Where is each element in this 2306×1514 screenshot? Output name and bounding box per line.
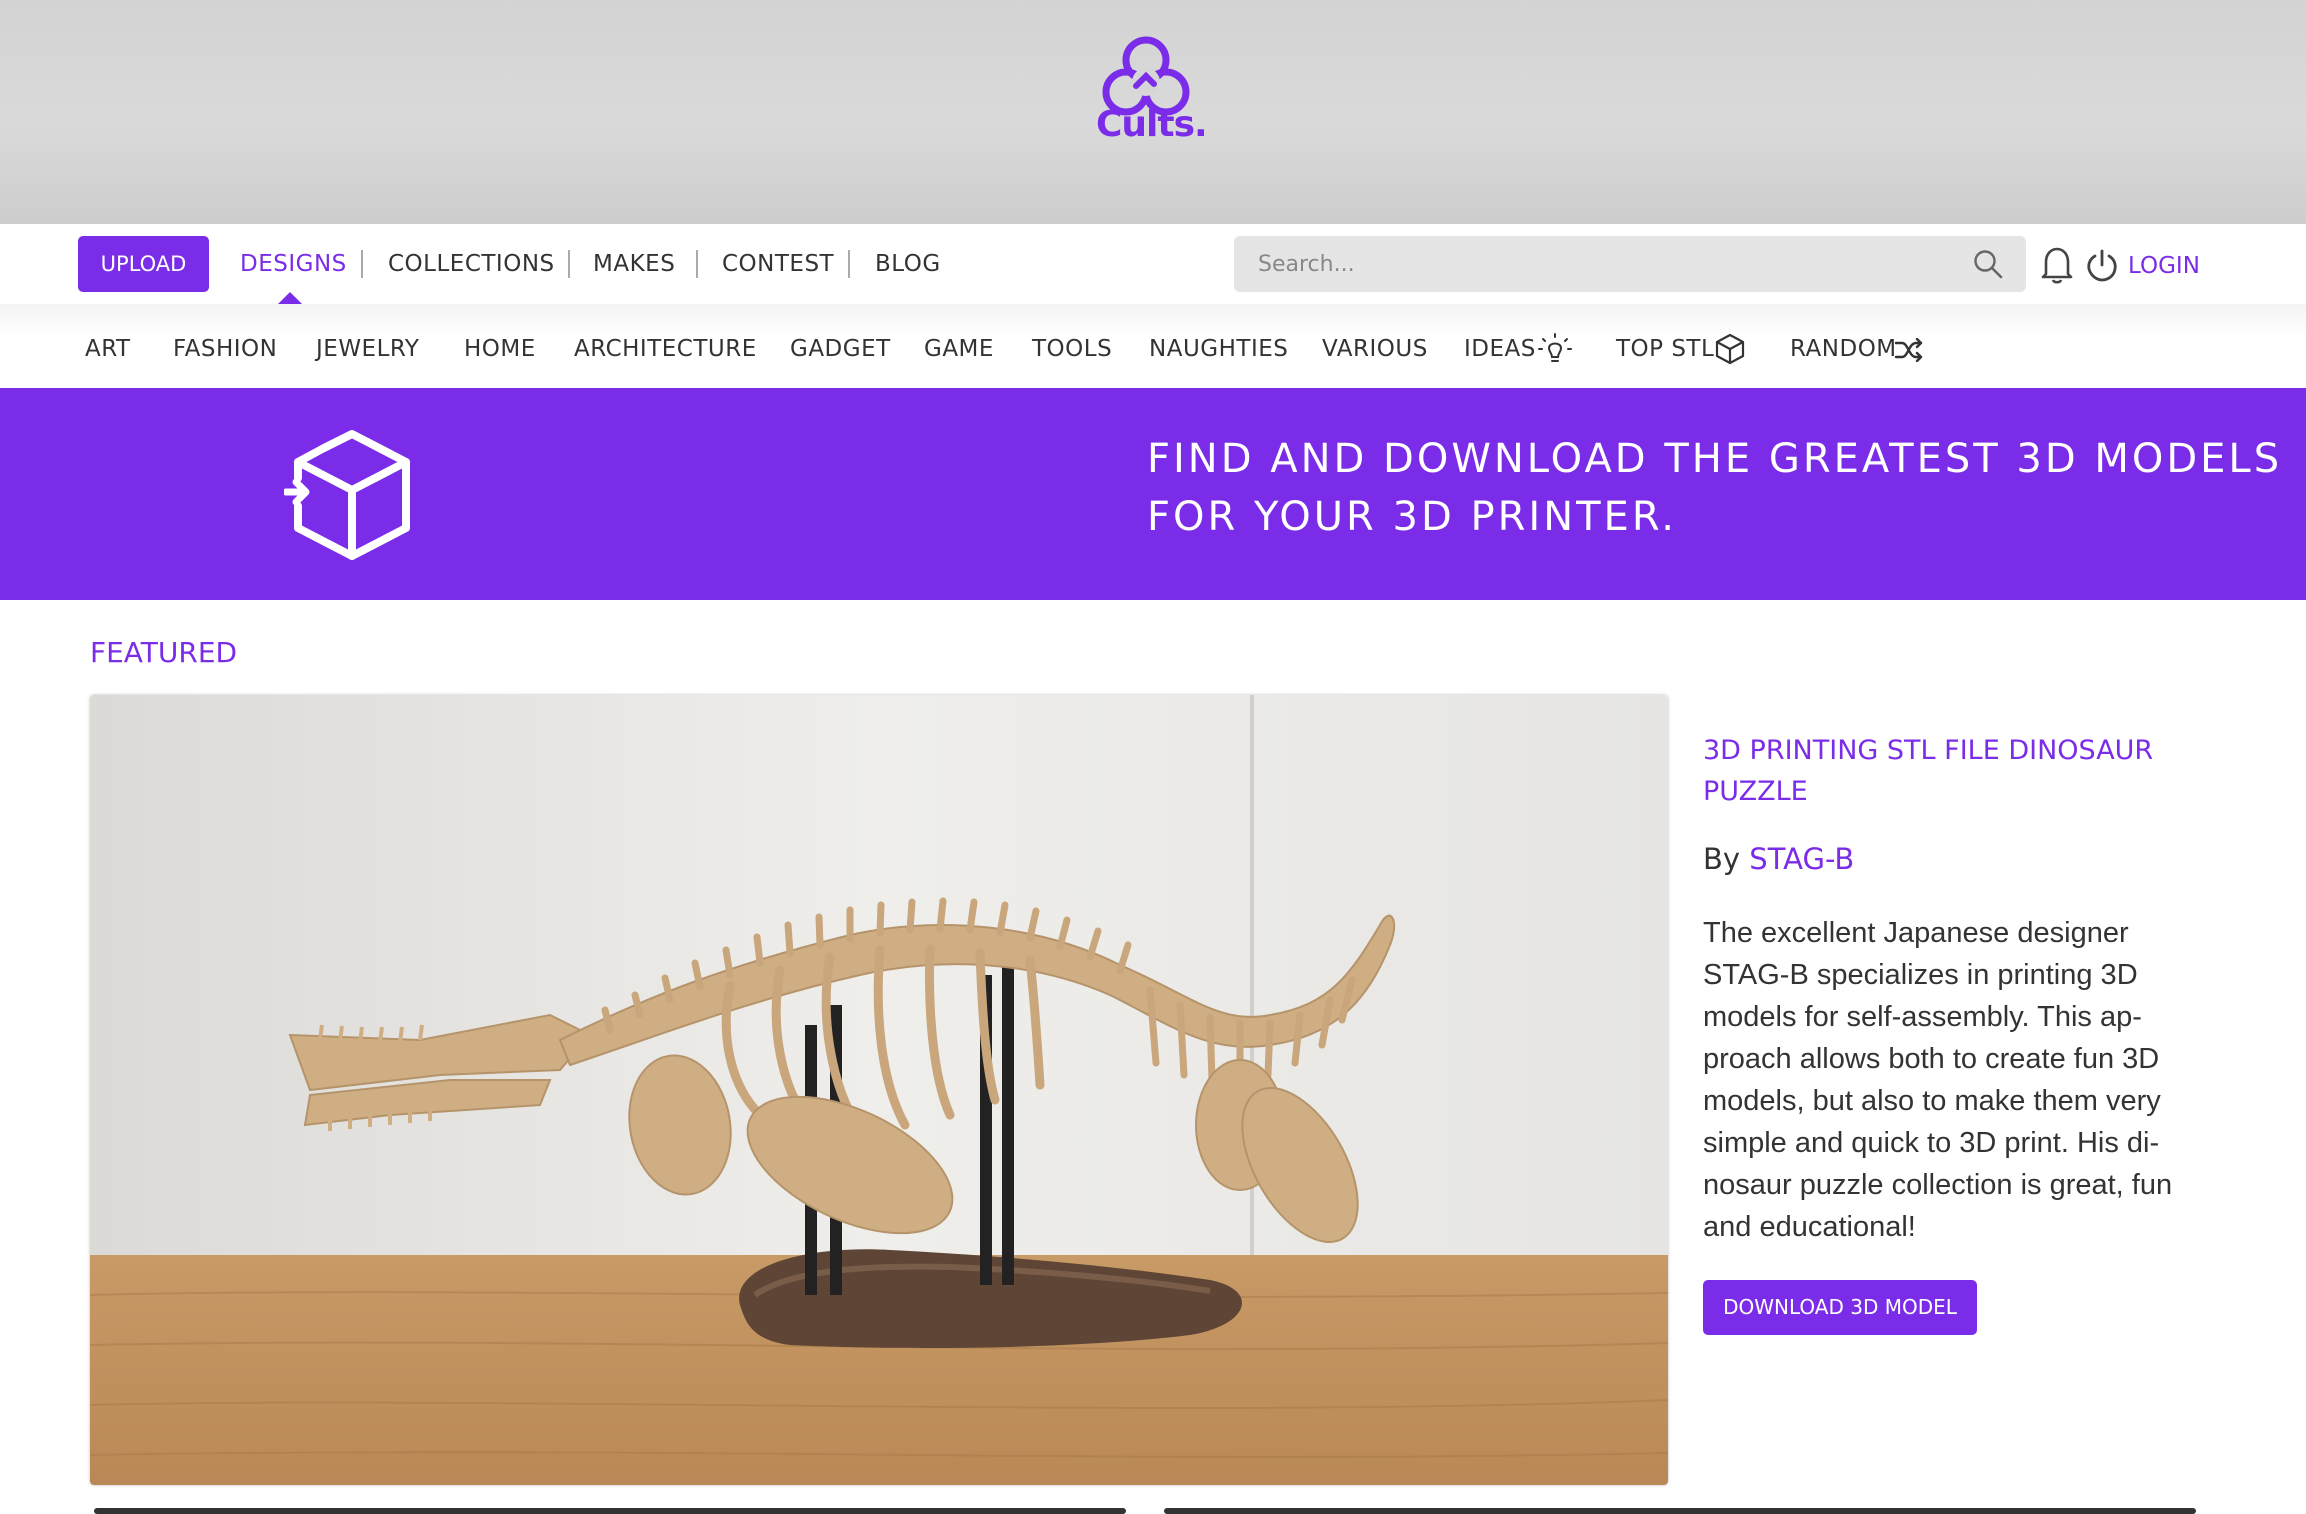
nav-divider — [568, 250, 570, 278]
upload-button[interactable]: UPLOAD — [78, 236, 209, 292]
category-fashion[interactable]: FASHION — [173, 304, 277, 388]
category-jewelry[interactable]: JEWELRY — [316, 304, 419, 388]
next-card-edge — [1164, 1508, 2196, 1514]
category-art[interactable]: ART — [85, 304, 131, 388]
search-input[interactable] — [1258, 236, 1938, 292]
category-ideas[interactable]: IDEAS — [1464, 304, 1536, 388]
cube-download-icon — [284, 430, 410, 560]
power-icon[interactable] — [2086, 248, 2118, 282]
category-nav: ART FASHION JEWELRY HOME ARCHITECTURE GA… — [0, 304, 2306, 388]
shuffle-icon — [1894, 338, 1923, 362]
next-card-edge — [94, 1508, 1126, 1514]
dinosaur-puzzle-photo — [90, 695, 1668, 1485]
brand-name[interactable]: Cults. — [1096, 104, 1208, 145]
lightbulb-icon — [1538, 333, 1572, 362]
nav-divider — [696, 250, 698, 278]
category-random[interactable]: RANDOM — [1790, 304, 1897, 388]
featured-section-title: FEATURED — [90, 636, 238, 669]
active-indicator — [278, 292, 302, 304]
bell-icon[interactable] — [2040, 244, 2074, 284]
category-game[interactable]: GAME — [924, 304, 994, 388]
featured-model-title[interactable]: 3D PRINTING STL FILE DINOSAUR PUZZLE — [1703, 730, 2203, 812]
banner-headline-line2: FOR YOUR 3D PRINTER. — [1147, 494, 1677, 540]
hero-banner: FIND AND DOWNLOAD THE GREATEST 3D MODELS… — [0, 388, 2306, 600]
category-tools[interactable]: TOOLS — [1032, 304, 1112, 388]
main-nav: UPLOAD DESIGNS COLLECTIONS MAKES CONTEST… — [0, 224, 2306, 304]
category-naughties[interactable]: NAUGHTIES — [1149, 304, 1288, 388]
category-top-stl[interactable]: TOP STL — [1616, 304, 1714, 388]
featured-image[interactable] — [90, 695, 1668, 1485]
author-link[interactable]: STAG-B — [1749, 842, 1854, 876]
search-icon[interactable] — [1972, 248, 2004, 280]
category-home[interactable]: HOME — [464, 304, 536, 388]
nav-divider — [361, 250, 363, 278]
site-header: Cults. — [0, 0, 2306, 224]
nav-collections[interactable]: COLLECTIONS — [388, 224, 555, 304]
nav-makes[interactable]: MAKES — [593, 224, 675, 304]
download-3d-model-button[interactable]: DOWNLOAD 3D MODEL — [1703, 1280, 1977, 1335]
category-architecture[interactable]: ARCHITECTURE — [574, 304, 757, 388]
search-box — [1234, 236, 2026, 292]
category-various[interactable]: VARIOUS — [1322, 304, 1428, 388]
nav-blog[interactable]: BLOG — [875, 224, 941, 304]
nav-contest[interactable]: CONTEST — [722, 224, 834, 304]
banner-headline-line1: FIND AND DOWNLOAD THE GREATEST 3D MODELS — [1147, 436, 2283, 482]
featured-description: The excellent Japanese designer STAG-B s… — [1703, 917, 2173, 1243]
cube-icon — [1715, 333, 1745, 365]
category-gadget[interactable]: GADGET — [790, 304, 891, 388]
by-label: By — [1703, 842, 1741, 876]
byline: By STAG-B — [1703, 842, 1854, 876]
nav-divider — [848, 250, 850, 278]
login-link[interactable]: LOGIN — [2128, 224, 2200, 304]
